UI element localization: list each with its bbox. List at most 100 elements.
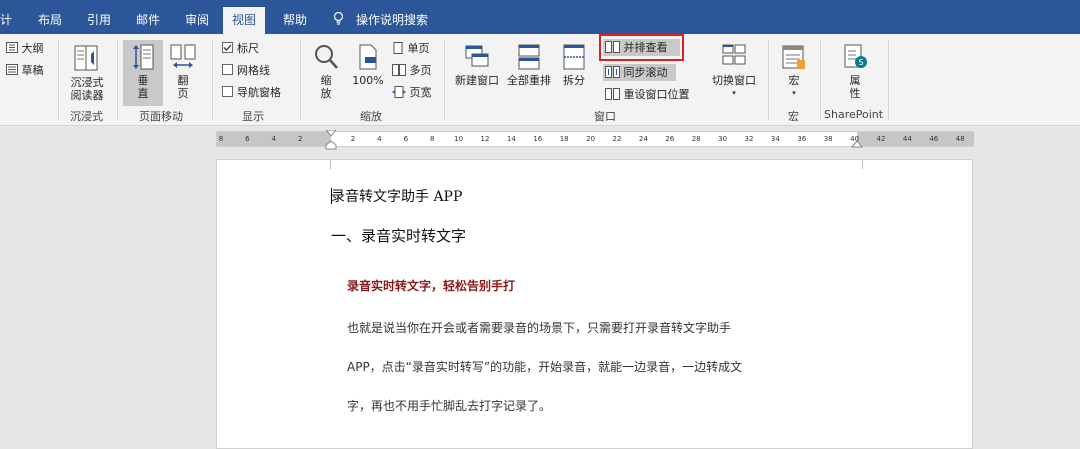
ruler-tick-label: 4 [271,135,277,143]
switch-window-button[interactable]: 切换窗口 ▾ [708,42,760,100]
multi-page-label: 多页 [409,64,432,77]
zoom-label-2: 放 [320,87,332,100]
ruler-tick-label: 8 [218,135,224,143]
side-to-side-button[interactable]: 翻 页 [166,42,200,100]
ruler-tick-label: 6 [403,135,409,143]
one-page-label: 单页 [407,42,430,55]
arrange-all-icon [518,44,540,70]
horizontal-ruler[interactable]: 8 6 4 2 2 4 6 8 10 12 14 16 18 20 22 24 26 28 30 32 34 36 38 40… [216,130,974,150]
indent-marker-icon[interactable] [325,130,337,150]
group-label-sharepoint: SharePoint [824,108,884,121]
ruler-tick-label: 2 [297,135,303,143]
heading-1: 一、录音实时转文字 [331,227,467,245]
group-label-immersive: 沉浸式 [70,110,103,123]
properties-label-2: 性 [849,87,861,100]
reset-window-position-button[interactable]: 重设窗口位置 [603,86,692,103]
ruler-tick-label: 38 [823,135,833,143]
separator [117,40,118,120]
tab-help[interactable]: 帮助 [283,0,307,34]
vertical-scroll-icon [133,44,154,70]
split-label: 拆分 [563,74,585,87]
multi-page-button[interactable]: 多页 [390,62,434,79]
nav-pane-checkbox[interactable]: 导航窗格 [220,84,283,101]
document-title: 录音转文字助手 APP [331,189,463,205]
side-to-side-icon [170,44,196,68]
separator [888,40,889,120]
ruler-tick-label: 44 [902,135,912,143]
ruler-tick-label: 48 [955,135,965,143]
checkbox-icon [222,86,233,97]
ruler-tick-label: 46 [929,135,939,143]
flip-label-1: 翻 [177,74,189,87]
ruler-tick-label: 20 [586,135,596,143]
checkbox-checked-icon [222,42,233,53]
zoom-100-button[interactable]: 100% [350,42,386,87]
paragraph-line: 字，再也不用手忙脚乱去打字记录了。 [347,399,552,413]
ruler-checkbox[interactable]: 标尺 [220,40,261,57]
ribbon: 大纲 草稿 沉浸式 阅读器 沉浸式 垂 直 翻 页 页面移动 标尺 网格线 导航… [0,34,1080,126]
ruler-tick-label: 32 [744,135,754,143]
tab-design[interactable]: 计 [0,0,12,34]
properties-label-1: 属 [849,74,861,87]
page-width-button[interactable]: 页宽 [390,84,434,101]
tell-me-search[interactable]: 操作说明搜索 [356,0,428,34]
draft-icon [6,64,18,75]
one-page-icon [393,42,403,54]
sync-scroll-icon [605,66,620,78]
macros-label: 宏 [788,74,800,87]
page-width-label: 页宽 [409,86,432,99]
paragraph-line: APP，点击“录音实时转写”的功能，开始录音，就能一边录音，一边转成文 [347,360,743,374]
draft-view-button[interactable]: 草稿 [4,62,46,79]
page-corner-mark [321,159,331,169]
split-button[interactable]: 拆分 [558,42,590,87]
draft-label: 草稿 [21,64,44,77]
macros-button[interactable]: 宏 ▾ [776,42,812,100]
vertical-label-1: 垂 [137,74,149,87]
ruler-tick-label: 42 [876,135,886,143]
gridlines-checkbox[interactable]: 网格线 [220,62,272,79]
ruler-tick-label: 10 [454,135,464,143]
outline-view-button[interactable]: 大纲 [4,40,46,57]
separator [444,40,445,120]
ruler-tick-label: 30 [718,135,728,143]
vertical-page-move-button[interactable]: 垂 直 [123,40,163,106]
lightbulb-icon [333,12,344,25]
ruler-tick-label: 26 [665,135,675,143]
zoom-label-1: 缩 [320,74,332,87]
chevron-down-icon: ▾ [732,89,736,97]
ruler-tick-label: 34 [770,135,780,143]
tab-mailings[interactable]: 邮件 [136,0,160,34]
immersive-reader-button[interactable]: 沉浸式 阅读器 [64,42,110,102]
one-page-button[interactable]: 单页 [390,40,432,57]
vertical-label-2: 直 [137,87,149,100]
multi-page-icon [392,64,406,76]
ruler-tick-label: 4 [377,135,382,143]
right-indent-marker-icon[interactable] [851,136,863,148]
separator [212,40,213,120]
tab-references[interactable]: 引用 [87,0,111,34]
tab-review[interactable]: 审阅 [185,0,209,34]
zoom-button[interactable]: 缩 放 [308,42,344,100]
tab-view[interactable]: 视图 [223,7,266,34]
flip-label-2: 页 [177,87,189,100]
ruler-tick-label: 6 [245,135,250,143]
zoom-100-icon [359,44,377,70]
checkbox-icon [222,64,233,75]
tab-layout[interactable]: 布局 [38,0,62,34]
immersive-reader-icon [74,45,98,71]
page-width-icon [392,86,406,98]
arrange-all-button[interactable]: 全部重排 [504,42,554,87]
zoom-100-label: 100% [352,74,384,87]
heading-2: 录音实时转文字，轻松告别手打 [347,279,516,293]
new-window-button[interactable]: 新建窗口 [452,42,502,87]
magnifier-icon [315,45,338,69]
ruler-tick-label: 36 [797,135,807,143]
properties-button[interactable]: S 属 性 [835,42,875,100]
group-label-zoom: 缩放 [360,110,382,123]
nav-pane-label: 导航窗格 [237,86,281,99]
svg-text:S: S [859,58,864,67]
sync-scroll-button[interactable]: 同步滚动 [603,64,676,81]
document-page[interactable]: 录音转文字助手 APP 一、录音实时转文字 录音实时转文字，轻松告别手打 也就是… [216,159,973,449]
ruler-tick-label: 2 [350,135,356,143]
group-label-window: 窗口 [594,110,616,123]
